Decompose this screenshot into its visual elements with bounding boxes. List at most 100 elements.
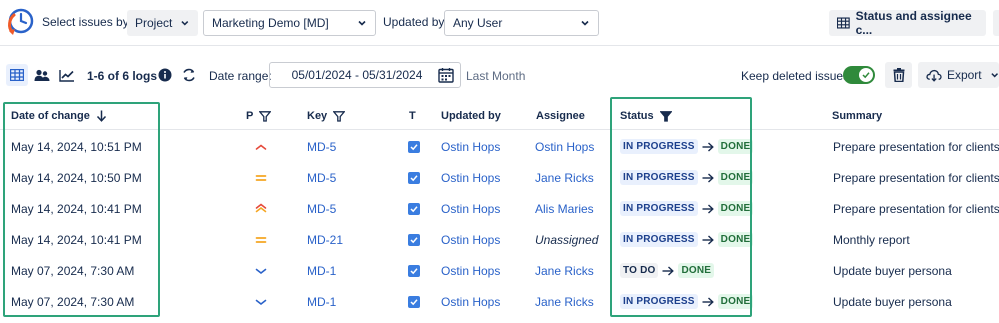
chevron-down-icon (581, 20, 589, 26)
updated-by-link[interactable]: Ostin Hops (441, 224, 500, 255)
status-from-badge: IN PROGRESS (620, 170, 698, 185)
status-to-badge: DONE (678, 263, 715, 278)
column-header-assignee[interactable]: Assignee (536, 110, 585, 122)
table-row[interactable]: May 14, 2024, 10:51 PM MD-5 Ostin Hops O… (0, 131, 999, 162)
select-issues-label: Select issues by: (42, 15, 133, 29)
status-to-badge: DONE (717, 139, 754, 154)
status-to-badge: DONE (717, 232, 754, 247)
date-range-label: Date range: (209, 69, 272, 83)
table-row[interactable]: May 14, 2024, 10:50 PM MD-5 Ostin Hops J… (0, 162, 999, 193)
table-view-button[interactable] (6, 64, 28, 86)
export-button[interactable]: Export (918, 62, 999, 88)
calendar-icon[interactable] (438, 67, 454, 83)
info-icon[interactable] (158, 68, 172, 82)
updated-by-link[interactable]: Ostin Hops (441, 162, 500, 193)
assignee-link[interactable]: Jane Ricks (535, 255, 594, 286)
priority-medium-icon (255, 171, 267, 185)
column-header-type[interactable]: T (409, 110, 416, 122)
task-type-icon (408, 264, 420, 277)
project-select[interactable]: Marketing Demo [MD] (203, 10, 376, 36)
issue-type-cell (408, 224, 420, 255)
column-header-status-label: Status (620, 110, 654, 122)
arrow-right-icon (662, 265, 675, 276)
issue-key-link[interactable]: MD-5 (307, 162, 336, 193)
updated-by-link[interactable]: Ostin Hops (441, 131, 500, 162)
date-cell: May 07, 2024, 7:30 AM (11, 294, 135, 309)
summary-cell: Update buyer persona (833, 263, 952, 278)
chevron-down-icon (181, 21, 189, 26)
arrow-right-icon (702, 141, 714, 152)
arrow-right-icon (702, 234, 714, 245)
saved-view-button[interactable]: Status and assignee c... (829, 9, 986, 37)
line-chart-icon (59, 69, 74, 82)
column-header-key[interactable]: Key (307, 110, 346, 122)
table-row[interactable]: May 14, 2024, 10:41 PM MD-5 Ostin Hops A… (0, 193, 999, 224)
updated-by-link[interactable]: Ostin Hops (441, 286, 500, 317)
logs-count: 1-6 of 6 logs (87, 69, 158, 83)
select-by-dropdown[interactable]: Project (127, 10, 198, 36)
status-change-cell: IN PROGRESS DONE (620, 193, 754, 224)
status-from-badge: IN PROGRESS (620, 201, 698, 216)
assignee-link[interactable]: Ostin Hops (535, 131, 594, 162)
summary-cell: Monthly report (833, 232, 910, 247)
sort-down-arrow-icon[interactable] (96, 110, 107, 122)
arrow-right-icon (702, 296, 714, 307)
status-from-badge: IN PROGRESS (620, 294, 698, 309)
keep-deleted-toggle[interactable] (843, 66, 875, 84)
priority-cell (255, 224, 267, 255)
date-preset-link[interactable]: Last Month (466, 69, 525, 83)
updated-by-link[interactable]: Ostin Hops (441, 255, 500, 286)
table-header: Date of change P Key T Updated by Assign… (0, 100, 999, 130)
date-range-value: 05/01/2024 - 05/31/2024 (291, 68, 423, 82)
date-cell: May 14, 2024, 10:50 PM (11, 170, 142, 185)
filter-icon[interactable] (259, 110, 272, 122)
issue-key-link[interactable]: MD-21 (307, 224, 343, 255)
task-type-icon (408, 295, 420, 308)
date-cell: May 14, 2024, 10:41 PM (11, 232, 142, 247)
filter-active-icon[interactable] (659, 110, 672, 122)
priority-cell (255, 255, 267, 286)
refresh-icon[interactable] (181, 67, 197, 83)
issue-key-link[interactable]: MD-1 (307, 255, 336, 286)
status-change-cell: TO DO DONE (620, 255, 715, 286)
status-change-cell: IN PROGRESS DONE (620, 131, 754, 162)
column-header-date-label: Date of change (11, 110, 90, 122)
updated-by-select[interactable]: Any User (444, 10, 599, 36)
column-header-status[interactable]: Status (620, 110, 672, 122)
project-select-value: Marketing Demo [MD] (212, 16, 329, 30)
priority-cell (255, 193, 267, 224)
status-to-badge: DONE (717, 170, 754, 185)
column-header-updated-by[interactable]: Updated by (441, 110, 501, 122)
issue-type-cell (408, 131, 420, 162)
issue-key-link[interactable]: MD-1 (307, 286, 336, 317)
filter-icon[interactable] (333, 110, 346, 122)
table-row[interactable]: May 07, 2024, 7:30 AM MD-1 Ostin Hops Ja… (0, 286, 999, 317)
saved-view-label: Status and assignee c... (855, 9, 972, 37)
issue-key-link[interactable]: MD-5 (307, 193, 336, 224)
table-row[interactable]: May 07, 2024, 7:30 AM MD-1 Ostin Hops Ja… (0, 255, 999, 286)
column-header-assignee-label: Assignee (536, 110, 585, 122)
table-row[interactable]: May 14, 2024, 10:41 PM MD-21 Ostin Hops … (0, 224, 999, 255)
column-header-priority[interactable]: P (246, 110, 272, 122)
column-header-summary-label: Summary (832, 110, 883, 122)
updated-by-link[interactable]: Ostin Hops (441, 193, 500, 224)
assignee-link[interactable]: Jane Ricks (535, 286, 594, 317)
trash-icon (893, 68, 904, 82)
date-range-input[interactable]: 05/01/2024 - 05/31/2024 (269, 62, 461, 88)
table-icon (837, 17, 850, 29)
users-view-button[interactable] (31, 64, 53, 86)
issue-key-link[interactable]: MD-5 (307, 131, 336, 162)
assignee-link[interactable]: Alis Maries (535, 193, 594, 224)
chart-view-button[interactable] (56, 64, 78, 86)
check-icon (862, 72, 870, 79)
chevron-down-icon (990, 73, 998, 78)
date-cell: May 14, 2024, 10:41 PM (11, 201, 142, 216)
more-button[interactable] (993, 10, 999, 36)
assignee-link: Unassigned (535, 232, 599, 247)
status-to-badge: DONE (717, 201, 754, 216)
column-header-date[interactable]: Date of change (11, 110, 107, 122)
assignee-link[interactable]: Jane Ricks (535, 162, 594, 193)
priority-medium-icon (255, 233, 267, 247)
column-header-summary[interactable]: Summary (832, 110, 882, 122)
delete-button[interactable] (885, 62, 912, 88)
